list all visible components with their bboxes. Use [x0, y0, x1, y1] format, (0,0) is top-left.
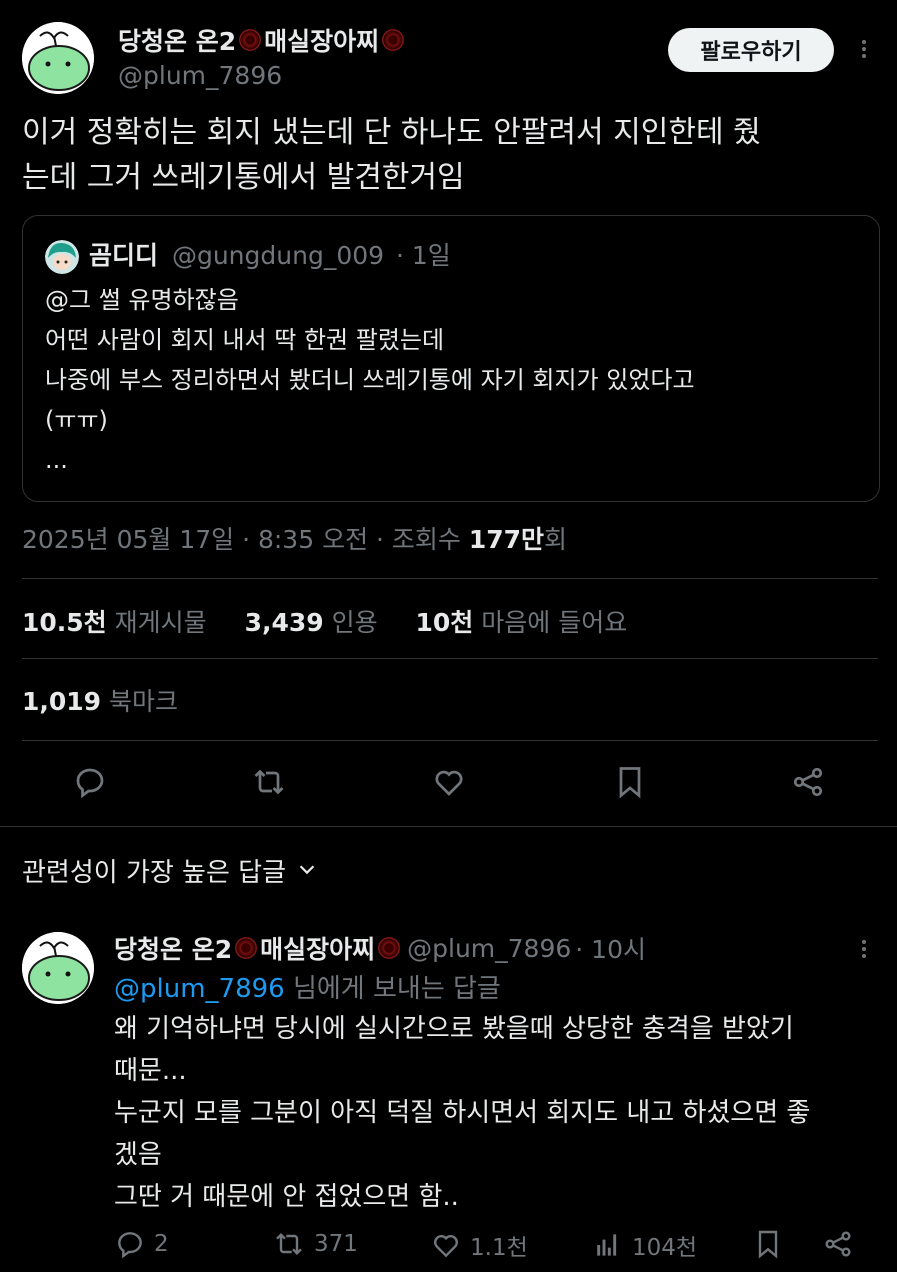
bookmarks-count: 1,019: [22, 687, 102, 716]
quotes-label: 인용: [331, 608, 378, 637]
reply-line: 그딴 거 때문에 안 접었으면 함..: [114, 1182, 459, 1212]
author-name[interactable]: 당청온 온2 매실장아찌: [118, 22, 407, 58]
reply-count: 2: [154, 1231, 169, 1257]
views-count: 104천: [632, 1235, 698, 1261]
bookmarks-stat[interactable]: 1,019 북마크: [22, 682, 178, 718]
quote-time: · 1일: [396, 241, 451, 270]
bookmarks-label: 북마크: [109, 687, 179, 716]
post-text-line: 는데 그거 쓰레기통에서 발견한거임: [22, 160, 465, 195]
reply-line: 겠음: [114, 1140, 162, 1170]
bookmark-icon[interactable]: [752, 1228, 784, 1260]
author-name-text: 당청온 온2: [118, 27, 237, 56]
quoted-post[interactable]: 곰디디 @gungdung_009 · 1일 @그 썰 유명하잖음 어떤 사람이…: [22, 215, 880, 502]
post-text-line: 이거 정확히는 회지 냈는데 단 하나도 안팔려서 지인한테 줬: [22, 115, 761, 150]
reply-line: 때문...: [114, 1056, 187, 1086]
reposts-label: 재게시물: [114, 608, 207, 637]
quotes-stat[interactable]: 3,439 인용: [245, 608, 378, 637]
quote-header: 곰디디 @gungdung_009 · 1일: [89, 236, 451, 272]
emblem-icon: [378, 937, 401, 959]
likes-stat[interactable]: 10천 마음에 들어요: [416, 608, 628, 637]
reply-author-name-text: 당청온 온2: [114, 935, 233, 964]
divider: [22, 578, 878, 579]
quote-line: @그 썰 유명하잖음: [45, 286, 239, 314]
emblem-icon: [382, 29, 405, 51]
reply-author-name[interactable]: 당청온 온2 매실장아찌: [114, 930, 403, 966]
quote-author-handle: @gungdung_009: [171, 241, 385, 270]
divider: [22, 740, 878, 741]
share-icon[interactable]: [790, 764, 826, 800]
reply-header: 당청온 온2 매실장아찌 @plum_7896 · 10시: [114, 930, 646, 966]
replying-to-link[interactable]: @plum_7896: [114, 974, 285, 1004]
post-text: 이거 정확히는 회지 냈는데 단 하나도 안팔려서 지인한테 줬 는데 그거 쓰…: [22, 110, 882, 200]
more-icon[interactable]: [862, 37, 866, 61]
bookmark-icon[interactable]: [612, 764, 648, 800]
like-count: 1.1천: [470, 1235, 528, 1261]
quote-line: 어떤 사람이 회지 내서 딱 한권 팔렸는데: [45, 326, 445, 354]
replying-to-suffix: 님에게 보내는 답글: [284, 974, 501, 1004]
reply-icon[interactable]: [72, 764, 108, 800]
reply-author-name-suffix: 매실장아찌: [260, 935, 376, 964]
reply-icon: [118, 1232, 142, 1259]
repost-count: 371: [314, 1231, 358, 1257]
reply-like-button[interactable]: 1.1천: [430, 1228, 528, 1262]
reply-author-handle[interactable]: @plum_7896: [407, 934, 571, 963]
likes-label: 마음에 들어요: [481, 608, 628, 637]
reply-sort-dropdown[interactable]: 관련성이 가장 높은 답글: [22, 852, 318, 889]
like-icon: [434, 1235, 458, 1258]
repost-icon[interactable]: [250, 764, 288, 800]
engagement-stats: 10.5천 재게시물 3,439 인용 10천 마음에 들어요: [22, 603, 627, 639]
quote-line: 나중에 부스 정리하면서 봤더니 쓰레기통에 자기 회지가 있었다고: [45, 366, 695, 394]
sort-label: 관련성이 가장 높은 답글: [22, 858, 286, 888]
reply-repost-button[interactable]: 371: [272, 1228, 358, 1260]
post-meta: 2025년 05월 17일 · 8:35 오전 · 조회수 177만회: [22, 520, 567, 556]
replying-to: @plum_7896 님에게 보내는 답글: [114, 968, 501, 1005]
chevron-down-icon: [296, 858, 318, 884]
author-handle[interactable]: @plum_7896: [118, 61, 282, 90]
emblem-icon: [239, 29, 262, 51]
reply-views-button[interactable]: 104천: [592, 1228, 697, 1262]
divider: [0, 826, 897, 827]
quote-body: @그 썰 유명하잖음 어떤 사람이 회지 내서 딱 한권 팔렸는데 나중에 부스…: [45, 280, 695, 480]
reply-line: 누군지 모를 그분이 아직 덕질 하시면서 회지도 내고 하셨으면 좋: [114, 1098, 811, 1128]
divider: [22, 658, 878, 659]
quotes-count: 3,439: [244, 608, 324, 637]
like-icon[interactable]: [431, 764, 467, 800]
views-icon: [597, 1234, 617, 1256]
reply-time: · 10시: [575, 935, 646, 964]
share-icon[interactable]: [822, 1228, 854, 1260]
likes-count: 10천: [415, 608, 474, 637]
reply-line: 왜 기억하냐면 당시에 실시간으로 봤을때 상당한 충격을 받았기: [114, 1014, 794, 1044]
reposts-stat[interactable]: 10.5천 재게시물: [22, 608, 207, 637]
quote-line: ...: [45, 446, 68, 474]
emblem-icon: [235, 937, 258, 959]
quote-author-name: 곰디디: [89, 241, 159, 270]
view-count[interactable]: 177만: [469, 525, 544, 554]
author-avatar[interactable]: [22, 22, 94, 94]
author-name-suffix: 매실장아찌: [264, 27, 380, 56]
reply-text: 왜 기억하냐면 당시에 실시간으로 봤을때 상당한 충격을 받았기 때문... …: [114, 1008, 884, 1218]
follow-button[interactable]: 팔로우하기: [668, 28, 834, 72]
more-icon[interactable]: [862, 937, 866, 961]
quote-line: (ㅠㅠ): [45, 406, 108, 434]
reply-reply-button[interactable]: 2: [114, 1228, 169, 1260]
quote-avatar: [45, 240, 79, 274]
reposts-count: 10.5천: [22, 608, 107, 637]
view-count-suffix: 회: [544, 525, 568, 554]
reply-avatar[interactable]: [22, 932, 94, 1004]
repost-icon: [276, 1232, 302, 1256]
post-date: 2025년 05월 17일 · 8:35 오전 · 조회수: [22, 525, 469, 554]
